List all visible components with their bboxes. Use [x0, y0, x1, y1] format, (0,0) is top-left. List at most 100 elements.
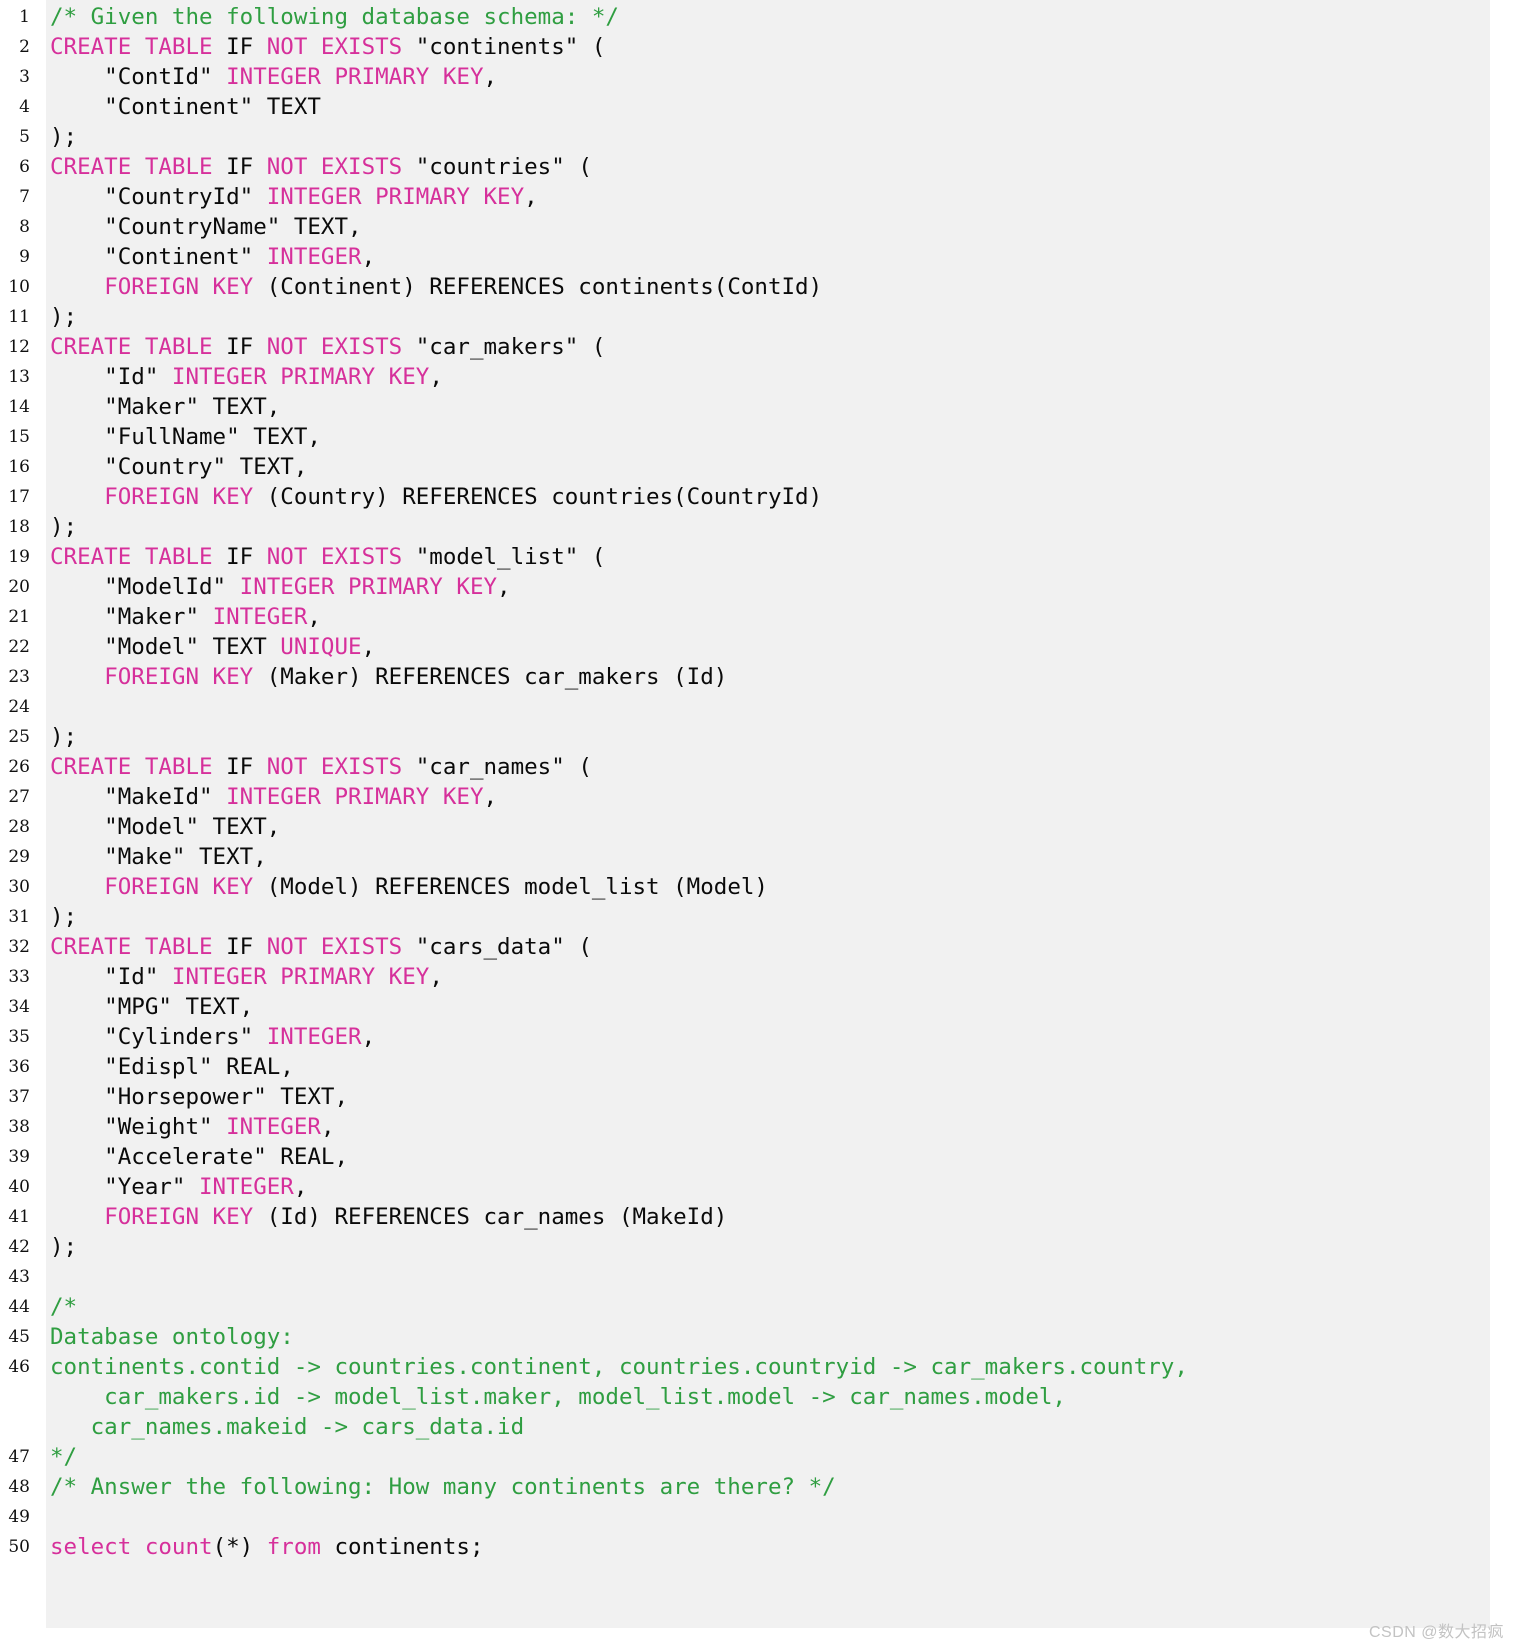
line-number: 3	[0, 62, 38, 92]
code-line-content[interactable]: "Model" TEXT UNIQUE,	[38, 632, 1518, 662]
line-number: 16	[0, 452, 38, 482]
code-token-pl: "Country" TEXT,	[50, 454, 308, 480]
code-line-content[interactable]: FOREIGN KEY (Model) REFERENCES model_lis…	[38, 872, 1518, 902]
code-line-content[interactable]: );	[38, 722, 1518, 752]
code-line-content[interactable]: FOREIGN KEY (Id) REFERENCES car_names (M…	[38, 1202, 1518, 1232]
code-token-k: INTEGER	[199, 1174, 294, 1200]
code-token-cm: /* Given the following database schema: …	[50, 4, 619, 30]
code-line-content[interactable]: "Id" INTEGER PRIMARY KEY,	[38, 962, 1518, 992]
code-line-content[interactable]: FOREIGN KEY (Maker) REFERENCES car_maker…	[38, 662, 1518, 692]
code-line: 30 FOREIGN KEY (Model) REFERENCES model_…	[0, 872, 1518, 902]
line-number: 8	[0, 212, 38, 242]
code-token-pl: IF	[226, 154, 267, 180]
line-number: 26	[0, 752, 38, 782]
code-token-pl: ,	[483, 784, 498, 810]
code-line-content[interactable]: "MakeId" INTEGER PRIMARY KEY,	[38, 782, 1518, 812]
code-line-content[interactable]: "CountryId" INTEGER PRIMARY KEY,	[38, 182, 1518, 212]
line-number: 27	[0, 782, 38, 812]
code-token-pl: IF	[226, 34, 267, 60]
code-token-pl: "Horsepower" TEXT,	[50, 1084, 349, 1110]
line-number: 10	[0, 272, 38, 302]
code-line-content[interactable]: "Make" TEXT,	[38, 842, 1518, 872]
code-line-content[interactable]: "Continent" INTEGER,	[38, 242, 1518, 272]
code-line-content[interactable]: "Horsepower" TEXT,	[38, 1082, 1518, 1112]
code-line-content[interactable]: "Accelerate" REAL,	[38, 1142, 1518, 1172]
code-line-content[interactable]: );	[38, 302, 1518, 332]
line-number: 20	[0, 572, 38, 602]
code-line: 16 "Country" TEXT,	[0, 452, 1518, 482]
line-number: 41	[0, 1202, 38, 1232]
code-token-k: NOT EXISTS	[266, 544, 416, 570]
code-line-content[interactable]: CREATE TABLE IF NOT EXISTS "car_names" (	[38, 752, 1518, 782]
code-line-content[interactable]: "Year" INTEGER,	[38, 1172, 1518, 1202]
code-line: 48 /* Answer the following: How many cont…	[0, 1472, 1518, 1502]
code-line-content[interactable]: "CountryName" TEXT,	[38, 212, 1518, 242]
code-line-content[interactable]: /* Answer the following: How many contin…	[38, 1472, 1518, 1502]
code-line-content[interactable]: );	[38, 122, 1518, 152]
code-token-pl: "Maker"	[50, 604, 213, 630]
code-line-content[interactable]: "Country" TEXT,	[38, 452, 1518, 482]
code-token-pl: );	[50, 904, 78, 930]
code-line-content[interactable]: select count(*) from continents;	[38, 1532, 1518, 1562]
code-line: 45 Database ontology:	[0, 1322, 1518, 1352]
code-line-content[interactable]: CREATE TABLE IF NOT EXISTS "cars_data" (	[38, 932, 1518, 962]
code-line: 21 "Maker" INTEGER,	[0, 602, 1518, 632]
code-line-content[interactable]: "Continent" TEXT	[38, 92, 1518, 122]
code-token-cm: /*	[50, 1294, 78, 1320]
code-line-content[interactable]: FOREIGN KEY (Continent) REFERENCES conti…	[38, 272, 1518, 302]
code-line-content[interactable]: "FullName" TEXT,	[38, 422, 1518, 452]
code-token-k: CREATE TABLE	[50, 754, 227, 780]
code-line-content[interactable]: "Weight" INTEGER,	[38, 1112, 1518, 1142]
code-line-content[interactable]: */	[38, 1442, 1518, 1472]
code-line-content[interactable]: "Id" INTEGER PRIMARY KEY,	[38, 362, 1518, 392]
code-line-content[interactable]: CREATE TABLE IF NOT EXISTS "countries" (	[38, 152, 1518, 182]
code-token-pl: "Continent" TEXT	[50, 94, 321, 120]
csdn-watermark: CSDN @数大招疯	[1368, 1624, 1504, 1641]
code-line: 24	[0, 692, 1518, 722]
code-line: 19 CREATE TABLE IF NOT EXISTS "model_list…	[0, 542, 1518, 572]
code-token-pl: );	[50, 124, 78, 150]
code-token-pl: (Country) REFERENCES countries(CountryId…	[266, 484, 823, 510]
code-token-cm: Database ontology:	[50, 1324, 294, 1350]
code-token-pl: IF	[226, 544, 267, 570]
code-line: 17 FOREIGN KEY (Country) REFERENCES coun…	[0, 482, 1518, 512]
code-token-pl: "countries" (	[415, 154, 592, 180]
code-token-pl: "MakeId"	[50, 784, 227, 810]
code-line-content[interactable]: );	[38, 1232, 1518, 1262]
line-number: 31	[0, 902, 38, 932]
code-line-content[interactable]: /*	[38, 1292, 1518, 1322]
code-line-content[interactable]: continents.contid -> countries.continent…	[38, 1352, 1518, 1442]
code-line: 7 "CountryId" INTEGER PRIMARY KEY,	[0, 182, 1518, 212]
code-line-content[interactable]: FOREIGN KEY (Country) REFERENCES countri…	[38, 482, 1518, 512]
code-line-content[interactable]: "Maker" TEXT,	[38, 392, 1518, 422]
code-line-content[interactable]: );	[38, 902, 1518, 932]
code-line-content[interactable]: "Model" TEXT,	[38, 812, 1518, 842]
code-token-pl: IF	[226, 754, 267, 780]
code-token-k: FOREIGN KEY	[104, 1204, 267, 1230]
code-line-content[interactable]: "MPG" TEXT,	[38, 992, 1518, 1022]
code-line-content[interactable]: CREATE TABLE IF NOT EXISTS "car_makers" …	[38, 332, 1518, 362]
code-line-content[interactable]: CREATE TABLE IF NOT EXISTS "continents" …	[38, 32, 1518, 62]
line-number: 2	[0, 32, 38, 62]
code-line-content[interactable]: );	[38, 512, 1518, 542]
code-token-pl: ,	[497, 574, 511, 600]
code-token-k: CREATE TABLE	[50, 934, 227, 960]
code-line-content[interactable]: CREATE TABLE IF NOT EXISTS "model_list" …	[38, 542, 1518, 572]
code-line-content[interactable]: "ContId" INTEGER PRIMARY KEY,	[38, 62, 1518, 92]
code-token-k: NOT EXISTS	[266, 34, 416, 60]
code-line-content[interactable]: /* Given the following database schema: …	[38, 2, 1518, 32]
code-line: 8 "CountryName" TEXT,	[0, 212, 1518, 242]
code-token-k: INTEGER	[266, 244, 362, 270]
code-token-pl: "Model" TEXT	[50, 634, 281, 660]
code-line: 2 CREATE TABLE IF NOT EXISTS "continents"…	[0, 32, 1518, 62]
code-line-content[interactable]: "Maker" INTEGER,	[38, 602, 1518, 632]
code-token-k: INTEGER PRIMARY KEY	[226, 64, 484, 90]
code-line-content[interactable]: "Cylinders" INTEGER,	[38, 1022, 1518, 1052]
code-token-k: FOREIGN KEY	[104, 274, 267, 300]
code-line: 40 "Year" INTEGER,	[0, 1172, 1518, 1202]
code-line-content[interactable]: Database ontology:	[38, 1322, 1518, 1352]
code-line-content[interactable]: "Edispl" REAL,	[38, 1052, 1518, 1082]
code-line-content[interactable]: "ModelId" INTEGER PRIMARY KEY,	[38, 572, 1518, 602]
code-line: 6 CREATE TABLE IF NOT EXISTS "countries" …	[0, 152, 1518, 182]
